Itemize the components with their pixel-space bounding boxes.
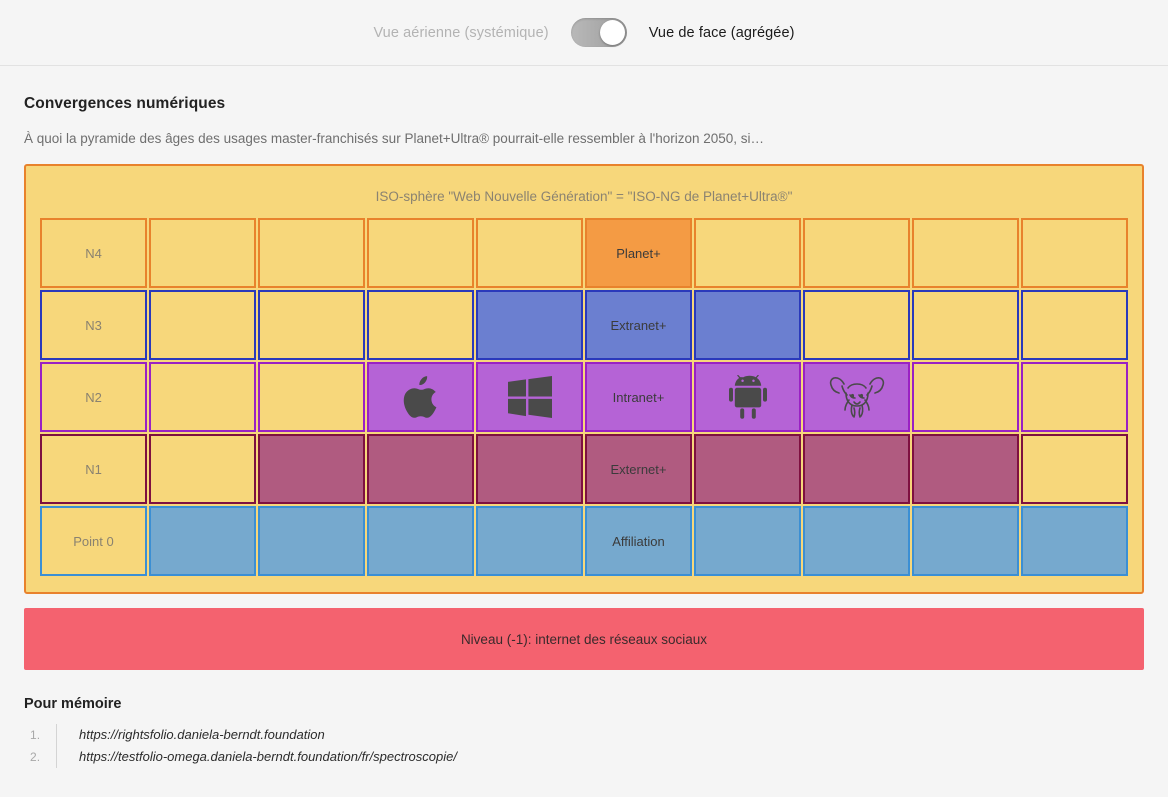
- grid-cell-n3-4[interactable]: [476, 290, 583, 360]
- level-minus-one-banner: Niveau (-1): internet des réseaux sociau…: [24, 608, 1144, 670]
- grid-cell-p0-1[interactable]: [149, 506, 256, 576]
- maturity-grid: N4 Planet+ N3 Extranet+ N2 Intranet+ N1 Externe…: [40, 218, 1128, 576]
- page-title: Convergences numériques: [24, 95, 226, 112]
- grid-cell-n3-3[interactable]: [367, 290, 474, 360]
- grid-cell-n3-5[interactable]: Extranet+: [585, 290, 692, 360]
- grid-cell-p0-6[interactable]: [694, 506, 801, 576]
- grid-cell-n1-3[interactable]: [367, 434, 474, 504]
- grid-cell-n3-6[interactable]: [694, 290, 801, 360]
- grid-cell-n1-8[interactable]: [912, 434, 1019, 504]
- grid-row-p0: Point 0 Affiliation: [40, 506, 1128, 576]
- grid-cell-p0-3[interactable]: [367, 506, 474, 576]
- toggle-label-aerial: Vue aérienne (systémique): [373, 24, 549, 41]
- reference-number: [30, 725, 56, 746]
- android-logo-icon: [728, 375, 767, 419]
- grid-cell-p0-7[interactable]: [803, 506, 910, 576]
- grid-cell-n4-7[interactable]: [803, 218, 910, 288]
- iso-sphere-panel: ISO-sphère "Web Nouvelle Génération" = "…: [24, 164, 1144, 594]
- apple-logo-icon: [403, 375, 439, 419]
- reference-link[interactable]: https://testfolio-omega.daniela-berndt.f…: [79, 746, 457, 767]
- cell-label: Affiliation: [612, 533, 665, 549]
- reference-link[interactable]: https://rightsfolio.daniela-berndt.found…: [79, 724, 325, 745]
- reference-divider: [56, 746, 57, 768]
- page-content: Convergences numériques À quoi la pyrami…: [0, 95, 1168, 768]
- grid-cell-n4-4[interactable]: [476, 218, 583, 288]
- cell-label: N1: [85, 461, 102, 477]
- grid-cell-n3-2[interactable]: [258, 290, 365, 360]
- grid-cell-n1-7[interactable]: [803, 434, 910, 504]
- toggle-knob[interactable]: [599, 20, 625, 45]
- cell-label: N4: [85, 245, 102, 261]
- grid-cell-p0-8[interactable]: [912, 506, 1019, 576]
- grid-cell-n1-6[interactable]: [694, 434, 801, 504]
- grid-cell-n1-5[interactable]: Externet+: [585, 434, 692, 504]
- grid-cell-n2-2[interactable]: [258, 362, 365, 432]
- cell-label: N3: [85, 317, 102, 333]
- grid-cell-n3-9[interactable]: [1021, 290, 1128, 360]
- grid-axis-label-n1[interactable]: N1: [40, 434, 147, 504]
- grid-cell-n2-8[interactable]: [912, 362, 1019, 432]
- grid-cell-p0-5[interactable]: Affiliation: [585, 506, 692, 576]
- cell-label: Point 0: [73, 533, 114, 549]
- grid-cell-n2-1[interactable]: [149, 362, 256, 432]
- grid-cell-n1-1[interactable]: [149, 434, 256, 504]
- grid-cell-n4-5[interactable]: Planet+: [585, 218, 692, 288]
- grid-cell-n4-6[interactable]: [694, 218, 801, 288]
- grid-cell-n4-2[interactable]: [258, 218, 365, 288]
- view-toggle-bar: Vue aérienne (systémique) Vue de face (a…: [0, 0, 1168, 66]
- grid-cell-p0-2[interactable]: [258, 506, 365, 576]
- grid-cell-n3-7[interactable]: [803, 290, 910, 360]
- grid-row-n2: N2 Intranet+: [40, 362, 1128, 432]
- reference-item: https://testfolio-omega.daniela-berndt.f…: [30, 746, 1144, 768]
- grid-cell-n3-8[interactable]: [912, 290, 1019, 360]
- grid-row-n3: N3 Extranet+: [40, 290, 1128, 360]
- grid-axis-label-n3[interactable]: N3: [40, 290, 147, 360]
- banner-label: Niveau (-1): internet des réseaux sociau…: [460, 631, 708, 647]
- reference-number: [30, 747, 56, 768]
- cell-label: Planet+: [616, 245, 661, 261]
- reference-list: https://rightsfolio.daniela-berndt.found…: [24, 724, 1144, 768]
- cell-label: Intranet+: [612, 389, 665, 405]
- grid-cell-n2-6[interactable]: [694, 362, 801, 432]
- page-subtitle: À quoi la pyramide des âges des usages m…: [24, 131, 765, 146]
- reference-divider: [56, 724, 57, 746]
- grid-row-n4: N4 Planet+: [40, 218, 1128, 288]
- grid-cell-p0-9[interactable]: [1021, 506, 1128, 576]
- grid-cell-n2-5[interactable]: Intranet+: [585, 362, 692, 432]
- grid-cell-n3-1[interactable]: [149, 290, 256, 360]
- cell-label: Extranet+: [610, 317, 667, 333]
- grid-cell-n2-7[interactable]: [803, 362, 910, 432]
- grid-cell-n4-1[interactable]: [149, 218, 256, 288]
- grid-cell-n1-9[interactable]: [1021, 434, 1128, 504]
- grid-cell-n1-2[interactable]: [258, 434, 365, 504]
- grid-cell-n2-4[interactable]: [476, 362, 583, 432]
- grid-cell-n4-3[interactable]: [367, 218, 474, 288]
- reference-item: https://rightsfolio.daniela-berndt.found…: [30, 724, 1144, 746]
- view-mode-toggle[interactable]: [570, 18, 627, 47]
- grid-cell-n4-8[interactable]: [912, 218, 1019, 288]
- windows-logo-icon: [507, 376, 552, 418]
- gnu-logo-icon: [828, 374, 886, 420]
- toggle-label-front: Vue de face (agrégée): [648, 24, 795, 41]
- grid-cell-n2-3[interactable]: [367, 362, 474, 432]
- grid-axis-label-n2[interactable]: N2: [40, 362, 147, 432]
- footer-title: Pour mémoire: [24, 696, 122, 712]
- grid-row-n1: N1 Externet+: [40, 434, 1128, 504]
- grid-axis-label-n4[interactable]: N4: [40, 218, 147, 288]
- grid-cell-n1-4[interactable]: [476, 434, 583, 504]
- cell-label: N2: [85, 389, 102, 405]
- grid-cell-n4-9[interactable]: [1021, 218, 1128, 288]
- grid-cell-n2-9[interactable]: [1021, 362, 1128, 432]
- iso-sphere-title: ISO-sphère "Web Nouvelle Génération" = "…: [375, 189, 793, 204]
- grid-cell-p0-4[interactable]: [476, 506, 583, 576]
- grid-axis-label-p0[interactable]: Point 0: [40, 506, 147, 576]
- cell-label: Externet+: [610, 461, 667, 477]
